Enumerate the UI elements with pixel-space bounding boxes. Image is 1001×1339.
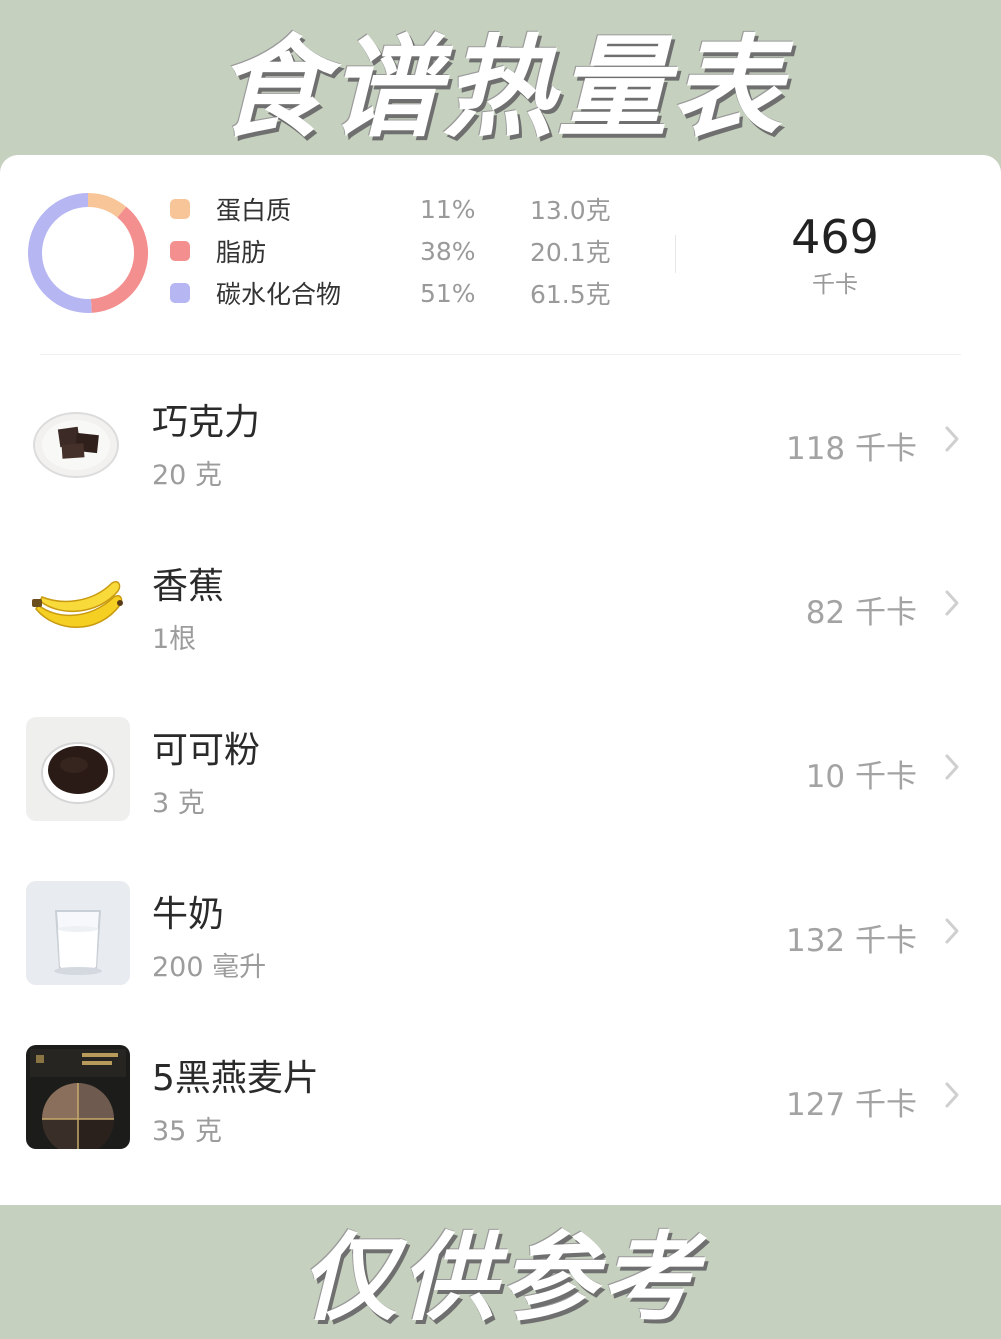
food-item-chocolate[interactable]: 巧克力 20 克 118 千卡 <box>0 373 1001 537</box>
food-name: 可可粉 <box>152 730 261 771</box>
macro-percent: 38% <box>420 236 476 266</box>
cocoa-powder-icon <box>26 717 130 821</box>
macro-amount: 13.0克 <box>530 196 611 225</box>
oatmeal-icon <box>26 1045 130 1149</box>
macro-donut-chart <box>28 193 148 313</box>
food-list: 巧克力 20 克 118 千卡 香蕉 1根 82 千卡 可可粉 3 克 10 千… <box>0 373 1001 1193</box>
macro-amount: 20.1克 <box>530 238 611 267</box>
food-name: 牛奶 <box>152 894 225 935</box>
macro-name: 脂肪 <box>216 238 267 267</box>
milk-icon <box>26 881 130 985</box>
food-item-cocoa-powder[interactable]: 可可粉 3 克 10 千卡 <box>0 701 1001 865</box>
macro-name: 碳水化合物 <box>216 280 342 309</box>
food-calories: 127 千卡 <box>785 1087 917 1123</box>
food-quantity: 3 克 <box>152 788 205 819</box>
food-calories: 82 千卡 <box>805 595 917 631</box>
chevron-right-icon <box>945 754 959 780</box>
page-title: 食谱热量表 <box>215 23 786 152</box>
fat-dot <box>170 241 190 261</box>
banana-icon <box>26 553 130 657</box>
macro-row-protein: 蛋白质 11% 13.0克 <box>170 189 650 229</box>
macro-name: 蛋白质 <box>216 196 292 225</box>
fat-arc <box>90 206 148 313</box>
chevron-right-icon <box>945 918 959 944</box>
protein-dot <box>170 199 190 219</box>
carbs-arc <box>28 193 92 313</box>
macro-row-fat: 脂肪 38% 20.1克 <box>170 231 650 271</box>
macro-percent: 11% <box>420 194 476 224</box>
carbs-dot <box>170 283 190 303</box>
total-calories-unit: 千卡 <box>812 272 858 298</box>
food-quantity: 200 毫升 <box>152 952 267 983</box>
food-name: 巧克力 <box>152 402 261 443</box>
total-calories: 469 <box>791 210 879 264</box>
protein-arc <box>87 193 127 218</box>
food-quantity: 35 克 <box>152 1116 222 1147</box>
macro-percent: 51% <box>420 278 476 308</box>
macro-row-carbs: 碳水化合物 51% 61.5克 <box>170 273 650 313</box>
food-item-milk[interactable]: 牛奶 200 毫升 132 千卡 <box>0 865 1001 1029</box>
food-name: 香蕉 <box>152 566 225 607</box>
food-item-oatmeal[interactable]: 5黑燕麦片 35 克 127 千卡 <box>0 1029 1001 1193</box>
food-calories: 10 千卡 <box>805 759 917 795</box>
food-name: 5黑燕麦片 <box>152 1058 319 1099</box>
section-divider <box>40 354 961 355</box>
chevron-right-icon <box>945 1082 959 1108</box>
macro-amount: 61.5克 <box>530 280 611 309</box>
summary-divider <box>675 235 676 273</box>
footer-disclaimer: 仅供参考 <box>300 1221 701 1334</box>
food-quantity: 20 克 <box>152 460 222 491</box>
food-calories: 118 千卡 <box>785 431 917 467</box>
chocolate-icon <box>26 389 130 493</box>
recipe-card: 蛋白质 11% 13.0克 脂肪 38% 20.1克 碳水化合物 51% 61.… <box>0 155 1001 1205</box>
food-item-banana[interactable]: 香蕉 1根 82 千卡 <box>0 537 1001 701</box>
food-quantity: 1根 <box>152 624 197 655</box>
food-calories: 132 千卡 <box>785 923 917 959</box>
chevron-right-icon <box>945 590 959 616</box>
nutrition-summary: 蛋白质 11% 13.0克 脂肪 38% 20.1克 碳水化合物 51% 61.… <box>0 155 1001 355</box>
chevron-right-icon <box>945 426 959 452</box>
